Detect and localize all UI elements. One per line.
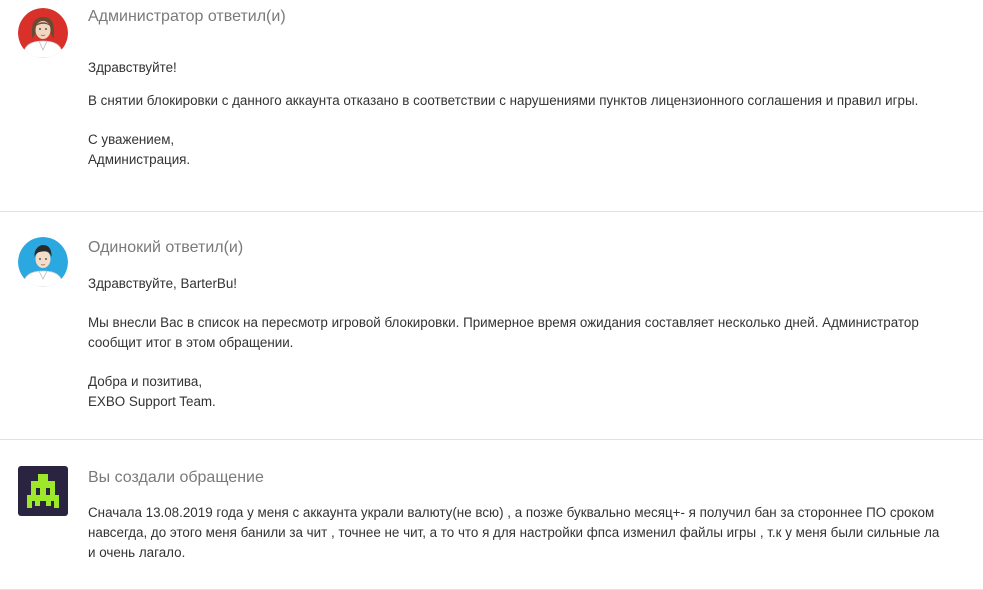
message-greeting: Здравствуйте, BarterBu!	[88, 276, 238, 291]
message-paragraph-line: сообщит итог в этом обращении.	[88, 335, 294, 350]
message-text-line: Сначала 13.08.2019 года у меня с аккаунт…	[88, 505, 935, 520]
message-signature-line: Администрация.	[88, 152, 191, 167]
message-author: Администратор ответил(и)	[88, 8, 286, 25]
message-signature-line: Добра и позитива,	[88, 374, 203, 389]
admin-avatar-icon	[18, 8, 68, 58]
message-text-line: навсегда, до этого меня банили за чит , …	[88, 525, 940, 540]
message-paragraph: В снятии блокировки с данного аккаунта о…	[88, 93, 919, 108]
space-invader-avatar-icon	[18, 466, 68, 516]
message-body: Здравствуйте, BarterBu! Мы внесли Вас в …	[88, 274, 919, 412]
message-body: Сначала 13.08.2019 года у меня с аккаунт…	[88, 503, 939, 563]
support-avatar-icon	[18, 237, 68, 287]
message-user: Вы создали обращение Сначала 13.08.2019 …	[0, 440, 983, 590]
message-author: Одинокий ответил(и)	[88, 239, 244, 256]
message-admin: Администратор ответил(и) Здравствуйте! В…	[0, 0, 983, 212]
message-text-line: и очень лагало.	[88, 545, 186, 560]
message-signature-line: С уважением,	[88, 132, 175, 147]
message-body: Здравствуйте! В снятии блокировки с данн…	[88, 58, 918, 170]
message-author: Вы создали обращение	[88, 469, 264, 486]
message-greeting: Здравствуйте!	[88, 60, 177, 75]
message-paragraph-line: Мы внесли Вас в список на пересмотр игро…	[88, 315, 919, 330]
message-support: Одинокий ответил(и) Здравствуйте, Barter…	[0, 212, 983, 440]
message-signature-line: EXBO Support Team.	[88, 394, 216, 409]
